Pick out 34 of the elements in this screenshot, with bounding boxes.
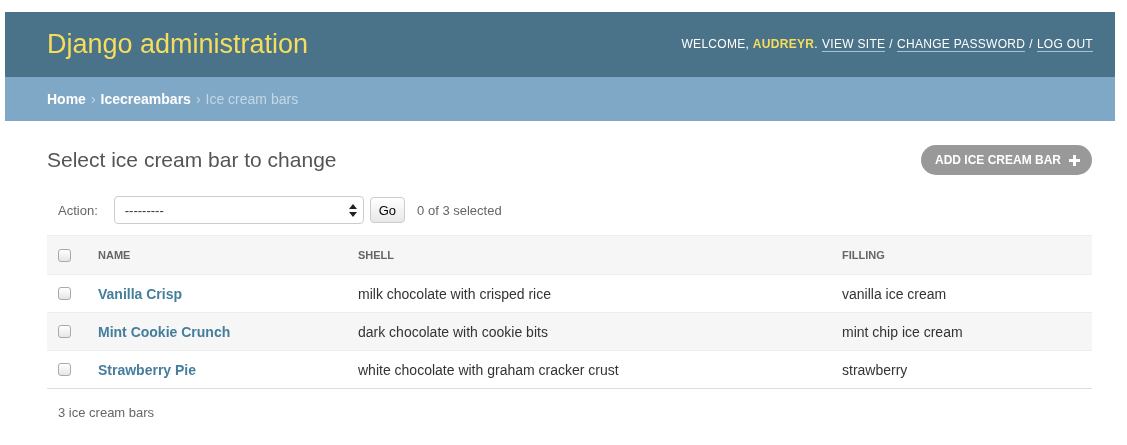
add-button[interactable]: ADD ICE CREAM BAR: [921, 145, 1092, 175]
breadcrumb-separator: ›: [90, 91, 96, 107]
column-header[interactable]: NAME: [98, 249, 131, 261]
column-header[interactable]: FILLING: [842, 249, 885, 261]
user-link[interactable]: VIEW SITE: [821, 37, 886, 52]
row-checkbox[interactable]: [58, 363, 71, 376]
row-checkbox[interactable]: [58, 287, 71, 300]
user-link[interactable]: LOG OUT: [1036, 37, 1093, 52]
updown-arrow-icon: [348, 203, 357, 217]
row-checkbox[interactable]: [58, 325, 71, 338]
breadcrumb-current: Ice cream bars: [205, 91, 299, 107]
separator: /: [889, 37, 893, 51]
row-link[interactable]: Strawberry Pie: [98, 361, 197, 378]
welcome-text: WELCOME, AUDREYR.: [681, 37, 818, 51]
user-link[interactable]: CHANGE PASSWORD: [896, 37, 1026, 52]
table-cell: vanilla ice cream: [842, 285, 947, 302]
separator: /: [1029, 37, 1033, 51]
selection-counter: 0 of 3 selected: [417, 202, 502, 218]
table-cell: strawberry: [842, 361, 908, 378]
select-all-checkbox[interactable]: [58, 248, 71, 262]
plus-icon: [1069, 154, 1080, 166]
go-button[interactable]: Go: [369, 197, 406, 223]
page-title: Select ice cream bar to change: [47, 148, 337, 172]
action-select[interactable]: ---------: [113, 196, 364, 224]
table-cell: white chocolate with graham cracker crust: [358, 361, 619, 378]
breadcrumb-separator: ›: [195, 91, 201, 107]
table-cell: dark chocolate with cookie bits: [358, 323, 548, 340]
table-cell: mint chip ice cream: [842, 323, 963, 340]
column-header[interactable]: SHELL: [358, 249, 395, 261]
row-link[interactable]: Vanilla Crisp: [98, 285, 183, 302]
site-branding: Django administration: [47, 29, 309, 60]
action-label: Action:: [58, 202, 98, 218]
table-cell: milk chocolate with crisped rice: [358, 285, 551, 302]
result-count: 3 ice cream bars: [57, 404, 156, 420]
